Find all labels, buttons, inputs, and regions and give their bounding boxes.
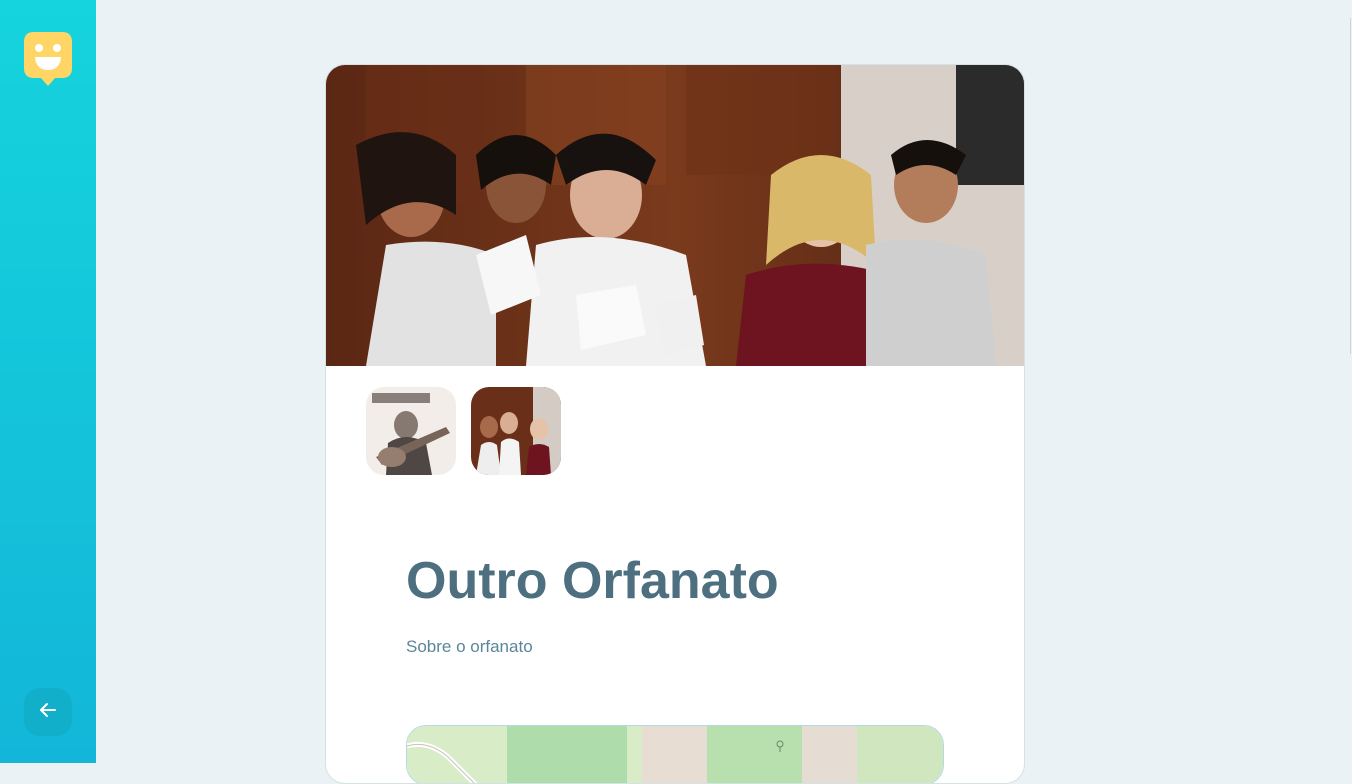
arrow-left-icon xyxy=(38,700,58,724)
orphanage-image-thumb-2[interactable] xyxy=(471,387,561,475)
orphanage-about: Sobre o orfanato xyxy=(406,637,533,656)
back-button[interactable] xyxy=(24,688,72,736)
map-preview[interactable] xyxy=(406,725,944,783)
happy-face-marker-icon[interactable] xyxy=(24,32,72,86)
sidebar xyxy=(0,0,96,763)
orphanage-hero-image xyxy=(326,65,1024,366)
photo-dia-do-violeiro-poster-icon xyxy=(366,387,456,475)
orphanage-name: Outro Orfanato xyxy=(406,552,779,610)
orphanage-details-card: Outro Orfanato Sobre o orfanato xyxy=(325,64,1025,784)
orphanage-image-thumb-1[interactable] xyxy=(366,387,456,475)
scrollbar-edge xyxy=(1350,18,1351,354)
photo-children-group-icon xyxy=(471,387,561,475)
